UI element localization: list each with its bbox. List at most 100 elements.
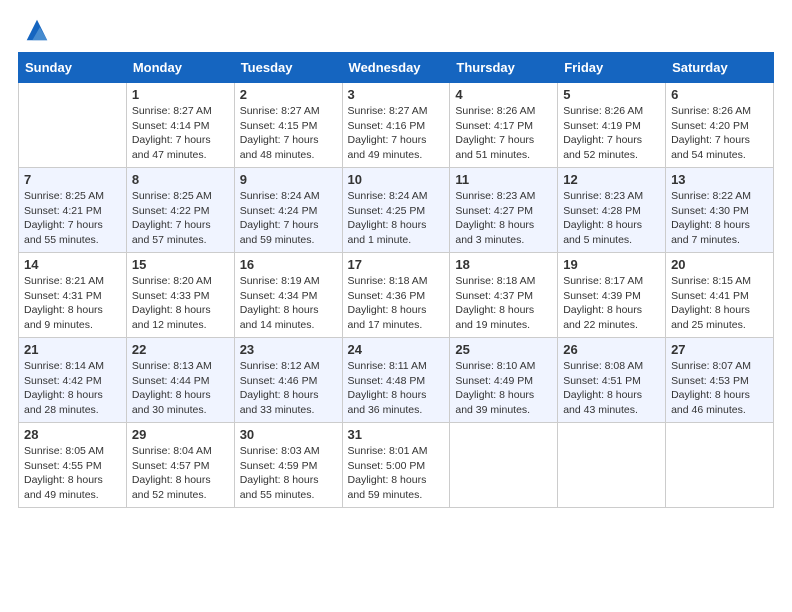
cell-info: Sunrise: 8:26 AMSunset: 4:20 PMDaylight:… bbox=[671, 104, 768, 163]
cell-info: Sunrise: 8:18 AMSunset: 4:37 PMDaylight:… bbox=[455, 274, 552, 333]
day-number: 5 bbox=[563, 87, 660, 102]
cell-info: Sunrise: 8:13 AMSunset: 4:44 PMDaylight:… bbox=[132, 359, 229, 418]
calendar-cell bbox=[450, 423, 558, 508]
calendar-cell: 25Sunrise: 8:10 AMSunset: 4:49 PMDayligh… bbox=[450, 338, 558, 423]
cell-info: Sunrise: 8:24 AMSunset: 4:24 PMDaylight:… bbox=[240, 189, 337, 248]
cell-info: Sunrise: 8:21 AMSunset: 4:31 PMDaylight:… bbox=[24, 274, 121, 333]
day-number: 21 bbox=[24, 342, 121, 357]
day-number: 9 bbox=[240, 172, 337, 187]
calendar-cell: 19 Sunrise: 8:17 AMSunset: 4:39 PMDayligh… bbox=[558, 253, 666, 338]
calendar-week-row: 1 Sunrise: 8:27 AMSunset: 4:14 PMDaylight… bbox=[19, 83, 774, 168]
calendar-cell: 6Sunrise: 8:26 AMSunset: 4:20 PMDaylight… bbox=[666, 83, 774, 168]
cell-info: Sunrise: 8:23 AMSunset: 4:27 PMDaylight:… bbox=[455, 189, 552, 248]
calendar-cell: 10 Sunrise: 8:24 AMSunset: 4:25 PMDayligh… bbox=[342, 168, 450, 253]
calendar-cell: 23 Sunrise: 8:12 AMSunset: 4:46 PMDayligh… bbox=[234, 338, 342, 423]
calendar-cell: 30 Sunrise: 8:03 AMSunset: 4:59 PMDayligh… bbox=[234, 423, 342, 508]
calendar-cell: 1 Sunrise: 8:27 AMSunset: 4:14 PMDaylight… bbox=[126, 83, 234, 168]
calendar-cell: 29 Sunrise: 8:04 AMSunset: 4:57 PMDayligh… bbox=[126, 423, 234, 508]
day-number: 24 bbox=[348, 342, 445, 357]
cell-info: Sunrise: 8:01 AMSunset: 5:00 PMDaylight:… bbox=[348, 444, 445, 503]
calendar-cell bbox=[666, 423, 774, 508]
day-number: 11 bbox=[455, 172, 552, 187]
day-number: 16 bbox=[240, 257, 337, 272]
cell-info: Sunrise: 8:27 AMSunset: 4:14 PMDaylight:… bbox=[132, 104, 229, 163]
day-number: 29 bbox=[132, 427, 229, 442]
header-sunday: Sunday bbox=[19, 53, 127, 83]
cell-info: Sunrise: 8:22 AMSunset: 4:30 PMDaylight:… bbox=[671, 189, 768, 248]
calendar-week-row: 21 Sunrise: 8:14 AMSunset: 4:42 PMDayligh… bbox=[19, 338, 774, 423]
calendar-cell: 24 Sunrise: 8:11 AMSunset: 4:48 PMDayligh… bbox=[342, 338, 450, 423]
cell-info: Sunrise: 8:19 AMSunset: 4:34 PMDaylight:… bbox=[240, 274, 337, 333]
day-number: 25 bbox=[455, 342, 552, 357]
day-number: 12 bbox=[563, 172, 660, 187]
cell-info: Sunrise: 8:25 AMSunset: 4:22 PMDaylight:… bbox=[132, 189, 229, 248]
calendar-cell: 14 Sunrise: 8:21 AMSunset: 4:31 PMDayligh… bbox=[19, 253, 127, 338]
cell-info: Sunrise: 8:27 AMSunset: 4:15 PMDaylight:… bbox=[240, 104, 337, 163]
calendar-cell: 20Sunrise: 8:15 AMSunset: 4:41 PMDayligh… bbox=[666, 253, 774, 338]
calendar-cell: 26Sunrise: 8:08 AMSunset: 4:51 PMDayligh… bbox=[558, 338, 666, 423]
day-number: 2 bbox=[240, 87, 337, 102]
cell-info: Sunrise: 8:26 AMSunset: 4:17 PMDaylight:… bbox=[455, 104, 552, 163]
calendar-cell: 4 Sunrise: 8:26 AMSunset: 4:17 PMDaylight… bbox=[450, 83, 558, 168]
calendar-cell: 9 Sunrise: 8:24 AMSunset: 4:24 PMDaylight… bbox=[234, 168, 342, 253]
calendar-cell: 28 Sunrise: 8:05 AMSunset: 4:55 PMDayligh… bbox=[19, 423, 127, 508]
calendar-cell: 31 Sunrise: 8:01 AMSunset: 5:00 PMDayligh… bbox=[342, 423, 450, 508]
calendar-cell: 7Sunrise: 8:25 AMSunset: 4:21 PMDaylight… bbox=[19, 168, 127, 253]
day-number: 7 bbox=[24, 172, 121, 187]
day-number: 3 bbox=[348, 87, 445, 102]
day-number: 17 bbox=[348, 257, 445, 272]
cell-info: Sunrise: 8:07 AMSunset: 4:53 PMDaylight:… bbox=[671, 359, 768, 418]
calendar-cell: 13 Sunrise: 8:22 AMSunset: 4:30 PMDayligh… bbox=[666, 168, 774, 253]
day-number: 15 bbox=[132, 257, 229, 272]
day-number: 30 bbox=[240, 427, 337, 442]
calendar-cell: 21 Sunrise: 8:14 AMSunset: 4:42 PMDayligh… bbox=[19, 338, 127, 423]
calendar-cell bbox=[558, 423, 666, 508]
calendar-header-row: Sunday Monday Tuesday Wednesday Thursday… bbox=[19, 53, 774, 83]
day-number: 20 bbox=[671, 257, 768, 272]
header-monday: Monday bbox=[126, 53, 234, 83]
calendar-cell: 11 Sunrise: 8:23 AMSunset: 4:27 PMDayligh… bbox=[450, 168, 558, 253]
calendar-cell: 5 Sunrise: 8:26 AMSunset: 4:19 PMDaylight… bbox=[558, 83, 666, 168]
day-number: 14 bbox=[24, 257, 121, 272]
cell-info: Sunrise: 8:23 AMSunset: 4:28 PMDaylight:… bbox=[563, 189, 660, 248]
calendar-cell: 18 Sunrise: 8:18 AMSunset: 4:37 PMDayligh… bbox=[450, 253, 558, 338]
header-tuesday: Tuesday bbox=[234, 53, 342, 83]
cell-info: Sunrise: 8:11 AMSunset: 4:48 PMDaylight:… bbox=[348, 359, 445, 418]
logo bbox=[20, 20, 51, 44]
cell-info: Sunrise: 8:12 AMSunset: 4:46 PMDaylight:… bbox=[240, 359, 337, 418]
calendar-cell: 22 Sunrise: 8:13 AMSunset: 4:44 PMDayligh… bbox=[126, 338, 234, 423]
calendar-cell: 15 Sunrise: 8:20 AMSunset: 4:33 PMDayligh… bbox=[126, 253, 234, 338]
cell-info: Sunrise: 8:17 AMSunset: 4:39 PMDaylight:… bbox=[563, 274, 660, 333]
day-number: 28 bbox=[24, 427, 121, 442]
day-number: 8 bbox=[132, 172, 229, 187]
calendar-cell: 12 Sunrise: 8:23 AMSunset: 4:28 PMDayligh… bbox=[558, 168, 666, 253]
cell-info: Sunrise: 8:24 AMSunset: 4:25 PMDaylight:… bbox=[348, 189, 445, 248]
calendar-week-row: 7Sunrise: 8:25 AMSunset: 4:21 PMDaylight… bbox=[19, 168, 774, 253]
day-number: 10 bbox=[348, 172, 445, 187]
day-number: 18 bbox=[455, 257, 552, 272]
cell-info: Sunrise: 8:18 AMSunset: 4:36 PMDaylight:… bbox=[348, 274, 445, 333]
cell-info: Sunrise: 8:26 AMSunset: 4:19 PMDaylight:… bbox=[563, 104, 660, 163]
calendar-cell: 3 Sunrise: 8:27 AMSunset: 4:16 PMDaylight… bbox=[342, 83, 450, 168]
cell-info: Sunrise: 8:14 AMSunset: 4:42 PMDaylight:… bbox=[24, 359, 121, 418]
header-saturday: Saturday bbox=[666, 53, 774, 83]
day-number: 1 bbox=[132, 87, 229, 102]
day-number: 4 bbox=[455, 87, 552, 102]
cell-info: Sunrise: 8:03 AMSunset: 4:59 PMDaylight:… bbox=[240, 444, 337, 503]
calendar-cell bbox=[19, 83, 127, 168]
cell-info: Sunrise: 8:08 AMSunset: 4:51 PMDaylight:… bbox=[563, 359, 660, 418]
cell-info: Sunrise: 8:27 AMSunset: 4:16 PMDaylight:… bbox=[348, 104, 445, 163]
calendar-week-row: 28 Sunrise: 8:05 AMSunset: 4:55 PMDayligh… bbox=[19, 423, 774, 508]
calendar-cell: 27Sunrise: 8:07 AMSunset: 4:53 PMDayligh… bbox=[666, 338, 774, 423]
calendar-cell: 17 Sunrise: 8:18 AMSunset: 4:36 PMDayligh… bbox=[342, 253, 450, 338]
day-number: 19 bbox=[563, 257, 660, 272]
day-number: 23 bbox=[240, 342, 337, 357]
logo-icon bbox=[23, 16, 51, 44]
day-number: 22 bbox=[132, 342, 229, 357]
cell-info: Sunrise: 8:05 AMSunset: 4:55 PMDaylight:… bbox=[24, 444, 121, 503]
cell-info: Sunrise: 8:20 AMSunset: 4:33 PMDaylight:… bbox=[132, 274, 229, 333]
day-number: 13 bbox=[671, 172, 768, 187]
day-number: 31 bbox=[348, 427, 445, 442]
header-friday: Friday bbox=[558, 53, 666, 83]
cell-info: Sunrise: 8:04 AMSunset: 4:57 PMDaylight:… bbox=[132, 444, 229, 503]
